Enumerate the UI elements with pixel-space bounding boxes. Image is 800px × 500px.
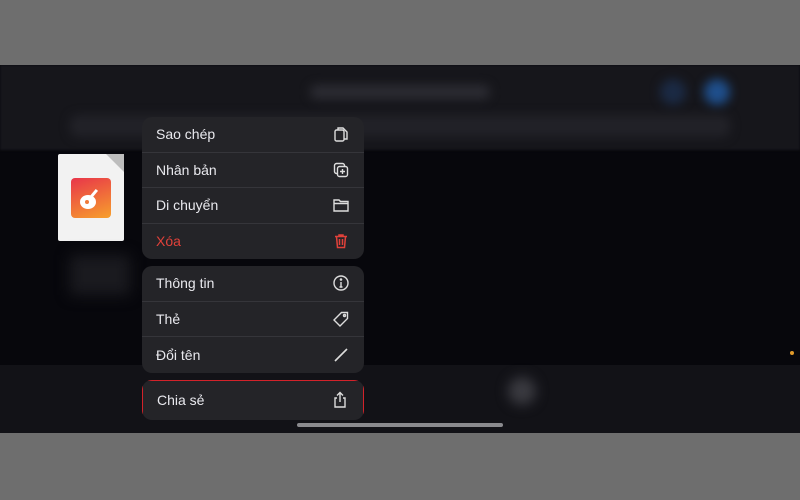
duplicate-icon [333,162,349,177]
menu-group-2: Thông tin Thẻ Đổi tên [142,266,364,373]
share-icon [334,391,346,408]
tag-icon [333,311,349,327]
info-icon [333,275,349,291]
blurred-button [660,79,686,105]
menu-item-delete[interactable]: Xóa [142,224,364,260]
menu-item-rename[interactable]: Đổi tên [142,337,364,373]
status-indicator-dot [790,351,794,355]
menu-item-info[interactable]: Thông tin [142,266,364,302]
menu-item-share[interactable]: Chia sẻ [142,379,364,420]
menu-item-label: Thông tin [156,275,215,292]
menu-item-label: Xóa [156,233,181,250]
menu-group-1: Sao chép Nhân bản Di chuyển Xóa [142,117,364,259]
files-app-screen: Sao chép Nhân bản Di chuyển Xóa Thông ti… [0,65,800,433]
blurred-file-label [70,255,130,295]
menu-item-move[interactable]: Di chuyển [142,188,364,224]
garageband-file-thumbnail[interactable] [58,154,124,241]
context-menu: Sao chép Nhân bản Di chuyển Xóa Thông ti… [142,117,364,420]
menu-item-label: Đổi tên [156,346,201,363]
menu-item-label: Nhân bản [156,161,217,178]
menu-item-tags[interactable]: Thẻ [142,302,364,337]
menu-item-label: Thẻ [156,310,181,327]
blurred-title [310,85,490,99]
pencil-icon [334,348,348,362]
menu-group-3: Chia sẻ [142,379,364,420]
blurred-navigation-bar [0,65,800,150]
trash-icon [335,234,347,249]
menu-item-label: Sao chép [156,126,216,143]
copy-icon [334,127,348,142]
garageband-icon [71,178,111,218]
menu-item-label: Di chuyển [156,197,219,214]
file-corner [106,154,124,172]
menu-item-copy[interactable]: Sao chép [142,117,364,153]
menu-item-label: Chia sẻ [157,392,205,408]
blurred-tab [508,377,536,405]
folder-icon [333,199,349,212]
menu-item-duplicate[interactable]: Nhân bản [142,153,364,188]
blurred-button [704,79,730,105]
home-indicator[interactable] [297,423,503,427]
